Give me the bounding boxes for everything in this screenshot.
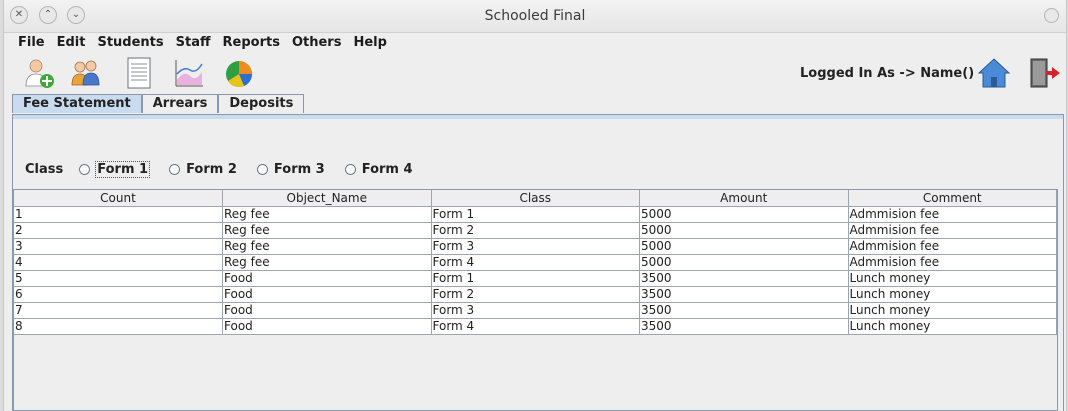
chart-icon[interactable]: [172, 56, 206, 90]
cell-count[interactable]: 1: [14, 206, 223, 223]
cell-count[interactable]: 6: [14, 286, 223, 303]
pie-chart-icon[interactable]: [222, 56, 256, 90]
cell-comment[interactable]: Lunch money: [848, 318, 1057, 335]
cell-object-name[interactable]: Reg fee: [222, 238, 432, 255]
table-row[interactable]: 8 Food Form 4 3500 Lunch money: [14, 318, 1057, 335]
cell-class[interactable]: Form 3: [431, 302, 640, 319]
column-header-class[interactable]: Class: [431, 190, 640, 207]
toolbar: Logged In As -> Name(): [4, 54, 1066, 92]
menu-file[interactable]: File: [12, 35, 51, 50]
cell-amount[interactable]: 3500: [639, 318, 849, 335]
cell-class[interactable]: Form 3: [431, 238, 640, 255]
tab-arrears[interactable]: Arrears: [141, 94, 219, 113]
table-row[interactable]: 7 Food Form 3 3500 Lunch money: [14, 302, 1057, 319]
cell-object-name[interactable]: Reg fee: [222, 254, 432, 271]
radio-circle[interactable]: [344, 164, 356, 175]
menu-staff[interactable]: Staff: [170, 35, 217, 50]
menu-reports[interactable]: Reports: [217, 35, 286, 50]
radio-label: Form 4: [361, 162, 413, 177]
cell-amount[interactable]: 5000: [639, 254, 849, 271]
radio-label: Form 3: [273, 162, 325, 177]
cell-object-name[interactable]: Reg fee: [222, 206, 432, 223]
cell-comment[interactable]: Admmision fee: [848, 254, 1057, 271]
cell-class[interactable]: Form 4: [431, 318, 640, 335]
window-menu-button[interactable]: [1044, 8, 1059, 23]
class-filter: Class Form 1 Form 2 Form 3 Form 4: [25, 161, 433, 178]
radio-circle[interactable]: [256, 164, 268, 175]
cell-amount[interactable]: 3500: [639, 302, 849, 319]
document-icon[interactable]: [122, 56, 156, 90]
cell-comment[interactable]: Admmision fee: [848, 222, 1057, 239]
cell-object-name[interactable]: Reg fee: [222, 222, 432, 239]
cell-class[interactable]: Form 1: [431, 206, 640, 223]
column-header-count[interactable]: Count: [14, 190, 223, 207]
radio-form-4[interactable]: Form 4: [344, 162, 413, 177]
users-group-icon[interactable]: [69, 56, 103, 90]
radio-label: Form 2: [186, 162, 237, 177]
cell-amount[interactable]: 5000: [639, 222, 849, 239]
class-filter-label: Class: [25, 162, 64, 177]
cell-comment[interactable]: Lunch money: [848, 270, 1057, 287]
cell-count[interactable]: 5: [14, 270, 223, 287]
cell-count[interactable]: 8: [14, 318, 223, 335]
title-bar: ✕ ⌃ ⌄ Schooled Final: [4, 0, 1066, 33]
app-window: ✕ ⌃ ⌄ Schooled Final File Edit Students …: [3, 0, 1067, 411]
table-row[interactable]: 2 Reg fee Form 2 5000 Admmision fee: [14, 222, 1057, 239]
column-header-comment[interactable]: Comment: [848, 190, 1057, 207]
column-header-object-name[interactable]: Object_Name: [222, 190, 432, 207]
cell-count[interactable]: 3: [14, 238, 223, 255]
home-icon[interactable]: [977, 56, 1011, 90]
cell-amount[interactable]: 3500: [639, 286, 849, 303]
radio-form-1[interactable]: Form 1: [79, 161, 151, 178]
cell-class[interactable]: Form 1: [431, 270, 640, 287]
cell-comment[interactable]: Admmision fee: [848, 206, 1057, 223]
tab-fee-statement[interactable]: Fee Statement: [12, 94, 142, 113]
tab-bar: Fee Statement Arrears Deposits: [12, 94, 305, 114]
menu-students[interactable]: Students: [91, 35, 169, 50]
cell-comment[interactable]: Lunch money: [848, 286, 1057, 303]
menu-others[interactable]: Others: [286, 35, 348, 50]
logged-in-status: Logged In As -> Name(): [800, 66, 975, 81]
table-row[interactable]: 3 Reg fee Form 3 5000 Admmision fee: [14, 238, 1057, 255]
cell-class[interactable]: Form 2: [431, 286, 640, 303]
tab-accent-strip: [13, 115, 1063, 119]
cell-object-name[interactable]: Food: [222, 286, 432, 303]
cell-count[interactable]: 2: [14, 222, 223, 239]
fee-statement-panel: Class Form 1 Form 2 Form 3 Form 4 Count …: [12, 114, 1064, 411]
cell-object-name[interactable]: Food: [222, 270, 432, 287]
radio-label: Form 1: [95, 161, 151, 178]
cell-class[interactable]: Form 2: [431, 222, 640, 239]
cell-amount[interactable]: 5000: [639, 206, 849, 223]
add-user-icon[interactable]: [22, 56, 56, 90]
menu-edit[interactable]: Edit: [51, 35, 92, 50]
menu-bar: File Edit Students Staff Reports Others …: [4, 32, 1066, 52]
menu-help[interactable]: Help: [347, 35, 392, 50]
radio-circle[interactable]: [169, 164, 181, 175]
cell-comment[interactable]: Lunch money: [848, 302, 1057, 319]
table-header-row: Count Object_Name Class Amount Comment: [14, 190, 1057, 207]
radio-circle[interactable]: [79, 164, 91, 175]
radio-form-3[interactable]: Form 3: [256, 162, 325, 177]
cell-class[interactable]: Form 4: [431, 254, 640, 271]
cell-object-name[interactable]: Food: [222, 302, 432, 319]
table-row[interactable]: 1 Reg fee Form 1 5000 Admmision fee: [14, 206, 1057, 223]
cell-comment[interactable]: Admmision fee: [848, 238, 1057, 255]
fee-table: Count Object_Name Class Amount Comment 1…: [14, 190, 1057, 335]
cell-object-name[interactable]: Food: [222, 318, 432, 335]
cell-amount[interactable]: 5000: [639, 238, 849, 255]
column-header-amount[interactable]: Amount: [639, 190, 849, 207]
radio-form-2[interactable]: Form 2: [169, 162, 237, 177]
table-row[interactable]: 4 Reg fee Form 4 5000 Admmision fee: [14, 254, 1057, 271]
cell-count[interactable]: 7: [14, 302, 223, 319]
window-title: Schooled Final: [484, 8, 586, 24]
tab-deposits[interactable]: Deposits: [218, 94, 305, 113]
fee-table-container: Count Object_Name Class Amount Comment 1…: [13, 189, 1058, 411]
table-row[interactable]: 6 Food Form 2 3500 Lunch money: [14, 286, 1057, 303]
table-row[interactable]: 5 Food Form 1 3500 Lunch money: [14, 270, 1057, 287]
logout-icon[interactable]: [1028, 56, 1062, 90]
cell-count[interactable]: 4: [14, 254, 223, 271]
cell-amount[interactable]: 3500: [639, 270, 849, 287]
